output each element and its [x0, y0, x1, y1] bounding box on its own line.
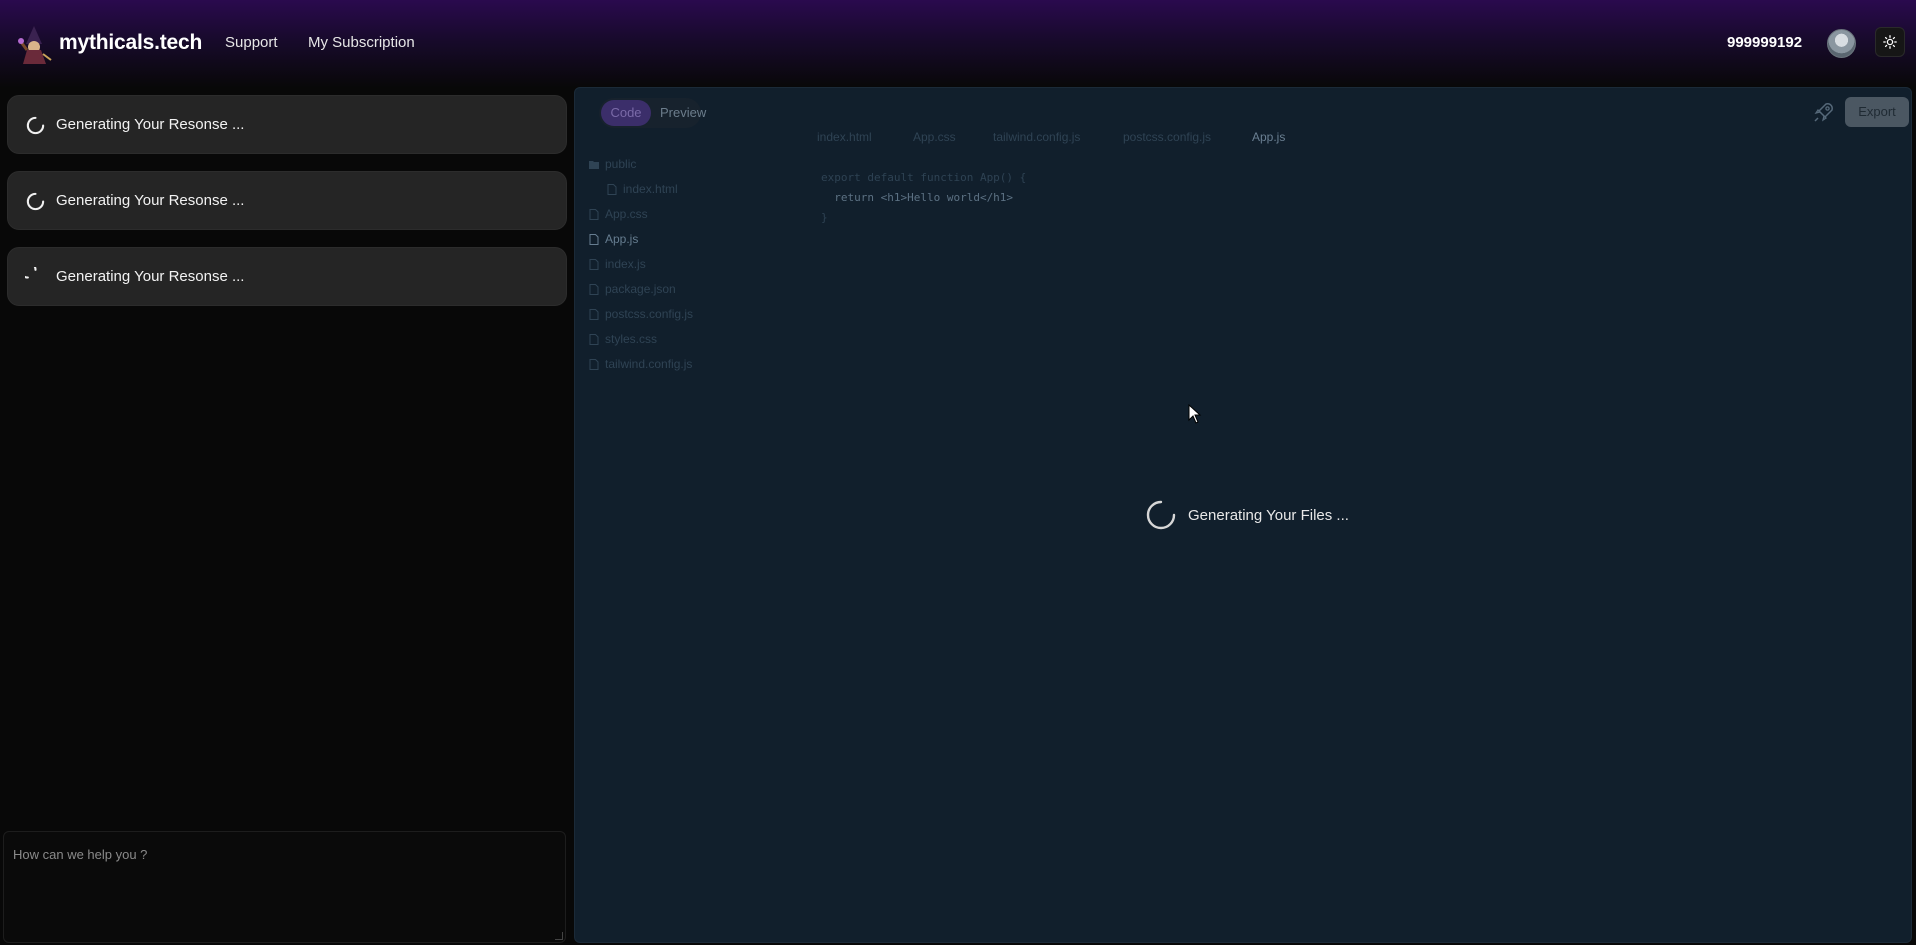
code-editor[interactable]: export default function App() { return <… — [821, 168, 1026, 228]
tab-preview[interactable]: Preview — [660, 98, 706, 128]
file-icon — [589, 333, 599, 345]
chat-message-text: Generating Your Resonse ... — [56, 192, 245, 209]
top-header: mythicals.tech Support My Subscription 9… — [0, 0, 1916, 88]
nav-support-link[interactable]: Support — [225, 34, 278, 51]
chat-message: Generating Your Resonse ... — [7, 247, 567, 306]
tree-file-index-html[interactable]: index.html — [607, 182, 678, 196]
file-icon — [589, 233, 599, 245]
spinner-icon — [1146, 500, 1176, 530]
nav-subscription-link[interactable]: My Subscription — [308, 34, 415, 51]
resize-handle[interactable] — [555, 932, 563, 940]
brand-name[interactable]: mythicals.tech — [59, 31, 202, 55]
files-loading-indicator: Generating Your Files ... — [1144, 498, 1349, 532]
tree-item-label: App.js — [605, 232, 639, 246]
tree-file-styles-css[interactable]: styles.css — [589, 332, 657, 346]
loading-text: Generating Your Files ... — [1188, 506, 1349, 524]
prompt-input[interactable] — [4, 832, 565, 942]
code-line: return <h1>Hello world</h1> — [821, 191, 1014, 204]
file-tab-app-js[interactable]: App.js — [1252, 130, 1285, 144]
tree-item-label: postcss.config.js — [605, 307, 694, 321]
tree-folder-public[interactable]: public — [589, 157, 636, 171]
mouse-cursor-icon — [1188, 404, 1202, 424]
chat-panel: Generating Your Resonse ... Generating Y… — [0, 88, 572, 945]
wizard-logo-icon[interactable] — [13, 24, 55, 66]
tree-file-tailwind-config[interactable]: tailwind.config.js — [589, 357, 692, 371]
file-icon — [589, 308, 599, 320]
tree-item-label: App.css — [605, 207, 648, 221]
sun-icon — [1883, 35, 1897, 49]
folder-icon — [589, 160, 599, 169]
tree-file-package-json[interactable]: package.json — [589, 282, 676, 296]
file-icon — [589, 358, 599, 370]
tab-code[interactable]: Code — [601, 100, 651, 126]
file-icon — [589, 208, 599, 220]
theme-toggle-button[interactable] — [1875, 27, 1905, 57]
tree-item-label: package.json — [605, 282, 676, 296]
file-tab-index-html[interactable]: index.html — [817, 130, 872, 144]
chat-message: Generating Your Resonse ... — [7, 171, 567, 230]
file-icon — [589, 283, 599, 295]
chat-message: Generating Your Resonse ... — [7, 95, 567, 154]
tree-item-label: styles.css — [605, 332, 658, 346]
spinner-icon — [25, 267, 37, 279]
code-line: } — [821, 211, 828, 224]
view-toggle: Code Preview — [599, 98, 706, 128]
file-icon — [607, 183, 617, 195]
tree-item-label: tailwind.config.js — [605, 357, 693, 371]
tree-file-app-js[interactable]: App.js — [589, 232, 638, 246]
file-icon — [589, 258, 599, 270]
spinner-icon — [26, 116, 45, 135]
tree-item-label: index.js — [605, 257, 646, 271]
tree-file-postcss-config[interactable]: postcss.config.js — [589, 307, 693, 321]
export-button[interactable]: Export — [1845, 97, 1909, 127]
credits-count: 999999192 — [1727, 34, 1803, 51]
file-tab-app-css[interactable]: App.css — [913, 130, 956, 144]
chat-message-text: Generating Your Resonse ... — [56, 116, 245, 133]
spinner-icon — [26, 192, 45, 211]
prompt-box — [3, 831, 566, 943]
code-line: export default function App() { — [821, 171, 1027, 184]
tree-item-label: public — [605, 157, 637, 171]
user-avatar[interactable] — [1827, 29, 1856, 58]
chat-message-text: Generating Your Resonse ... — [56, 268, 245, 285]
tree-item-label: index.html — [623, 182, 678, 196]
file-tab-tailwind-config[interactable]: tailwind.config.js — [993, 130, 1080, 144]
file-tab-postcss-config[interactable]: postcss.config.js — [1123, 130, 1211, 144]
tree-file-index-js[interactable]: index.js — [589, 257, 646, 271]
tree-file-app-css[interactable]: App.css — [589, 207, 648, 221]
rocket-icon[interactable] — [1812, 100, 1836, 124]
